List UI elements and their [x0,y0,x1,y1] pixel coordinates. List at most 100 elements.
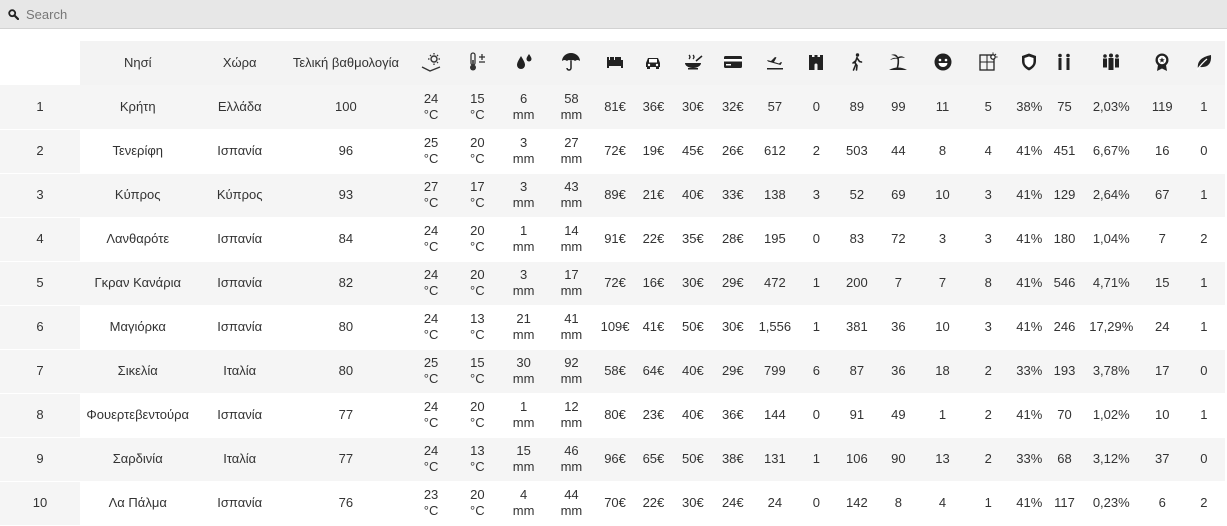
header-island[interactable]: Νησί [79,41,196,85]
air-unit: °C [423,371,439,386]
hotel-cell: 72€ [596,129,634,174]
air-value: 24 [423,311,439,326]
hiking-cell: 200 [835,261,878,306]
happy-cell: 10 [918,305,967,350]
header-flights[interactable] [752,41,797,85]
header-food[interactable] [672,41,713,85]
table-row[interactable]: 10 Λα Πάλμα Ισπανία 76 23 °C 20 °C 4 mm 44 mm 70€ 22€… [0,481,1225,526]
table-row[interactable]: 7 Σικελία Ιταλία 80 25 °C 15 °C 30 mm 92 mm 58€ 64€ 40… [0,349,1225,394]
header-eco[interactable] [1182,41,1225,85]
header-hiking[interactable] [835,41,878,85]
tourists-cell: 546 [1048,261,1081,306]
sea-unit: °C [470,415,485,430]
sunshine-cell: 3 [966,305,1011,350]
table-row[interactable]: 9 Σαρδινία Ιταλία 77 24 °C 13 °C 15 mm 46 mm 96€ 65€ 5… [0,437,1225,482]
header-score[interactable]: Τελική βαθμολογία [283,41,408,85]
table-row[interactable]: 2 Τενερίφη Ισπανία 96 25 °C 20 °C 3 mm 27 mm 72€ 19€ 4… [0,129,1225,174]
rain2-cell: 14 mm [546,217,597,262]
country-cell: Ιταλία [195,437,284,482]
header-safety[interactable] [1010,41,1049,85]
header-beaches[interactable] [877,41,919,85]
safety-cell: 33% [1010,437,1049,482]
table-row[interactable]: 5 Γκραν Κανάρια Ισπανία 82 24 °C 20 °C 3 mm 17 mm 72… [0,261,1225,306]
header-air-temp[interactable] [407,41,455,85]
table-row[interactable]: 1 Κρήτη Ελλάδα 100 24 °C 15 °C 6 mm 58 mm 81€ 36€ 30€ 3… [0,85,1225,130]
crowd-cell: 6,67% [1080,129,1142,174]
air-unit: °C [423,239,439,254]
hiking-cell: 91 [835,393,878,438]
eco-cell: 1 [1182,261,1225,306]
air-unit: °C [423,415,439,430]
sea-value: 13 [470,443,485,458]
sea-unit: °C [470,327,485,342]
sea-unit: °C [470,459,485,474]
rain-value: 15 [516,443,531,458]
awards-cell: 119 [1141,85,1183,130]
awards-cell: 67 [1141,173,1183,218]
rank-cell: 6 [0,305,80,350]
award-badge-icon [1151,51,1173,73]
header-card[interactable] [712,41,753,85]
score-cell: 77 [283,393,408,438]
sea-value: 15 [470,90,485,106]
header-awards[interactable] [1141,41,1183,85]
header-sea-temp[interactable] [454,41,501,85]
header-crowd[interactable] [1080,41,1142,85]
air-unit: °C [423,503,439,518]
score-cell: 77 [283,437,408,482]
eco-cell: 0 [1182,129,1225,174]
rain2-value: 58 [564,90,579,106]
tourists-cell: 117 [1048,481,1081,526]
hiking-cell: 52 [835,173,878,218]
safety-cell: 41% [1010,305,1049,350]
header-rain[interactable] [500,41,547,85]
air-value: 24 [423,90,439,106]
sea-unit: °C [470,106,485,122]
car-cell: 65€ [633,437,673,482]
rain2-value: 46 [564,443,579,458]
safety-cell: 41% [1010,481,1049,526]
rain-unit: mm [512,283,535,298]
header-rain-days[interactable] [546,41,597,85]
card-cell: 29€ [712,261,753,306]
crowd-cell: 1,04% [1080,217,1142,262]
car-icon [642,51,664,73]
header-hotel[interactable] [596,41,634,85]
rain2-cell: 46 mm [546,437,597,482]
island-cell: Μαγιόρκα [79,305,196,350]
beaches-cell: 7 [877,261,919,306]
credit-card-icon [722,51,744,73]
header-car[interactable] [633,41,673,85]
rain-value: 3 [519,179,528,194]
score-cell: 84 [283,217,408,262]
hiking-cell: 87 [835,349,878,394]
search-input[interactable] [22,1,626,27]
header-country[interactable]: Χώρα [195,41,284,85]
air-unit: °C [423,459,439,474]
rain2-unit: mm [560,239,583,254]
hotel-cell: 58€ [596,349,634,394]
table-row[interactable]: 3 Κύπρος Κύπρος 93 27 °C 17 °C 3 mm 43 mm 89€ 21€ 40€ 3… [0,173,1225,218]
air-unit: °C [423,283,439,298]
hotel-cell: 96€ [596,437,634,482]
hotel-cell: 81€ [596,85,634,130]
header-sunshine[interactable] [966,41,1011,85]
beaches-cell: 99 [877,85,919,130]
rain2-cell: 27 mm [546,129,597,174]
sea-value: 20 [470,135,485,150]
country-cell: Ελλάδα [195,85,284,130]
shield-icon [1018,51,1040,73]
header-tourists[interactable] [1048,41,1081,85]
hiking-cell: 503 [835,129,878,174]
flights-cell: 144 [752,393,797,438]
thermometer-plusminus-icon [466,51,488,73]
table-row[interactable]: 6 Μαγιόρκα Ισπανία 80 24 °C 13 °C 21 mm 41 mm 109€ 41… [0,305,1225,350]
sea-cell: 13 °C [454,305,501,350]
header-castles[interactable] [796,41,836,85]
table-row[interactable]: 4 Λανθαρότε Ισπανία 84 24 °C 20 °C 1 mm 14 mm 91€ 22€… [0,217,1225,262]
header-happy[interactable] [918,41,967,85]
sun-window-icon [977,51,999,73]
table-row[interactable]: 8 Φουερτεβεντούρα Ισπανία 77 24 °C 20 °C 1 mm 12 mm… [0,393,1225,438]
rank-cell: 3 [0,173,80,218]
card-cell: 28€ [712,217,753,262]
